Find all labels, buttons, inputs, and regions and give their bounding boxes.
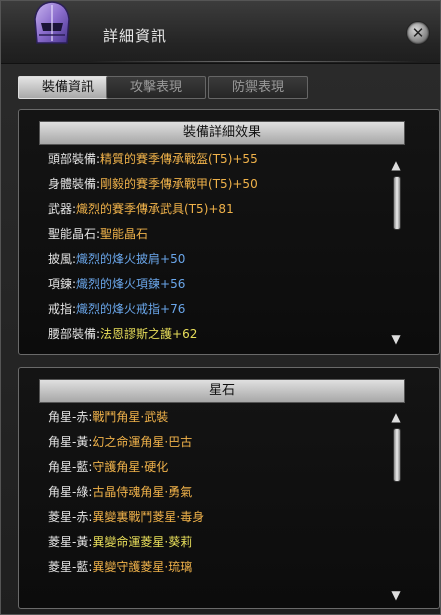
equipment-item-name[interactable]: 精質的賽季傳承戰盔(T5)+55 [100,152,258,166]
equipment-slot-label: 身體裝備: [48,177,101,191]
scroll-down-icon[interactable]: ▼ [388,332,404,346]
star-stone-name[interactable]: 古晶侍魂角星·勇氣 [92,485,192,499]
equipment-item-name[interactable]: 熾烈的烽火戒指+76 [76,302,185,316]
equipment-panel-header: 裝備詳細效果 [39,121,405,145]
equipment-row-necklace: 項鍊:熾烈的烽火項鍊+56 [48,275,185,293]
equipment-panel: 裝備詳細效果 頭部裝備:精質的賽季傳承戰盔(T5)+55 身體裝備:剛毅的賽季傳… [18,109,440,355]
star-stone-panel: 星石 角星-赤:戰鬥角星·武裝 角星-黃:幻之命運角星·巴古 角星-藍:守護角星… [18,367,440,609]
equipment-row-weapon: 武器:熾烈的賽季傳承武具(T5)+81 [48,200,234,218]
star-stone-slot-label: 菱星-藍: [48,560,93,574]
star-stone-slot-label: 菱星-赤: [48,510,93,524]
star-stone-panel-header: 星石 [39,379,405,403]
scroll-down-icon[interactable]: ▼ [388,588,404,602]
close-icon[interactable]: ✕ [406,21,430,45]
star-stone-row: 菱星-赤:異變裏戰鬥菱星·毒身 [48,508,204,526]
star-stone-row: 角星-綠:古晶侍魂角星·勇氣 [48,483,192,501]
equipment-row-crystal: 聖能晶石:聖能晶石 [48,225,148,243]
scroll-up-icon[interactable]: ▲ [388,410,404,424]
detail-info-window: 詳細資訊 ✕ 裝備資訊 攻擊表現 防禦表現 裝備詳細效果 頭部裝備:精質的賽季傳… [0,0,441,615]
equipment-item-name[interactable]: 熾烈的烽火項鍊+56 [76,277,185,291]
equipment-slot-label: 披風: [48,252,77,266]
star-stone-slot-label: 角星-藍: [48,460,93,474]
star-stone-slot-label: 菱星-黃: [48,535,93,549]
star-stone-slot-label: 角星-綠: [48,485,93,499]
equipment-item-name[interactable]: 熾烈的賽季傳承武具(T5)+81 [76,202,234,216]
tab-attack-stats[interactable]: 攻擊表現 [106,76,206,99]
star-stone-name[interactable]: 異變守護菱星·琉璃 [92,560,192,574]
star-stone-slot-label: 角星-黃: [48,435,93,449]
equipment-slot-label: 武器: [48,202,77,216]
star-stone-row: 角星-赤:戰鬥角星·武裝 [48,408,168,426]
star-stone-name[interactable]: 幻之命運角星·巴古 [92,435,192,449]
helmet-icon [34,1,70,44]
star-stone-slot-label: 角星-赤: [48,410,93,424]
equipment-slot-label: 項鍊: [48,277,77,291]
title-divider [91,61,420,62]
tab-defense-stats[interactable]: 防禦表現 [208,76,308,99]
scroll-up-icon[interactable]: ▲ [388,158,404,172]
tab-equipment-info[interactable]: 裝備資訊 [18,76,118,99]
equipment-slot-label: 頭部裝備: [48,152,101,166]
equipment-slot-label: 戒指: [48,302,77,316]
equipment-item-name[interactable]: 法恩謬斯之護+62 [100,327,197,341]
equipment-item-name[interactable]: 剛毅的賽季傳承戰甲(T5)+50 [100,177,258,191]
equipment-row-belt: 腰部裝備:法恩謬斯之護+62 [48,325,197,343]
equipment-row-ring: 戒指:熾烈的烽火戒指+76 [48,300,185,318]
equipment-row-head: 頭部裝備:精質的賽季傳承戰盔(T5)+55 [48,150,258,168]
star-stone-row: 角星-藍:守護角星·硬化 [48,458,168,476]
star-stone-name[interactable]: 戰鬥角星·武裝 [92,410,168,424]
star-stone-name[interactable]: 異變命運菱星·葵莉 [92,535,192,549]
star-stone-row: 菱星-黃:異變命運菱星·葵莉 [48,533,192,551]
equipment-row-cape: 披風:熾烈的烽火披肩+50 [48,250,185,268]
equipment-slot-label: 聖能晶石: [48,227,101,241]
star-stone-row: 菱星-藍:異變守護菱星·琉璃 [48,558,192,576]
equipment-row-body: 身體裝備:剛毅的賽季傳承戰甲(T5)+50 [48,175,258,193]
window-titlebar: 詳細資訊 ✕ [1,1,440,64]
star-stone-name[interactable]: 守護角星·硬化 [92,460,168,474]
equipment-scrollbar[interactable]: ▲ ▼ [388,158,404,346]
equipment-slot-label: 腰部裝備: [48,327,101,341]
scroll-thumb[interactable] [393,176,401,230]
star-stone-scrollbar[interactable]: ▲ ▼ [388,410,404,602]
scroll-thumb[interactable] [393,428,401,482]
star-stone-row: 角星-黃:幻之命運角星·巴古 [48,433,192,451]
equipment-item-name[interactable]: 聖能晶石 [100,227,148,241]
equipment-item-name[interactable]: 熾烈的烽火披肩+50 [76,252,185,266]
star-stone-name[interactable]: 異變裏戰鬥菱星·毒身 [92,510,204,524]
window-title: 詳細資訊 [103,27,168,45]
